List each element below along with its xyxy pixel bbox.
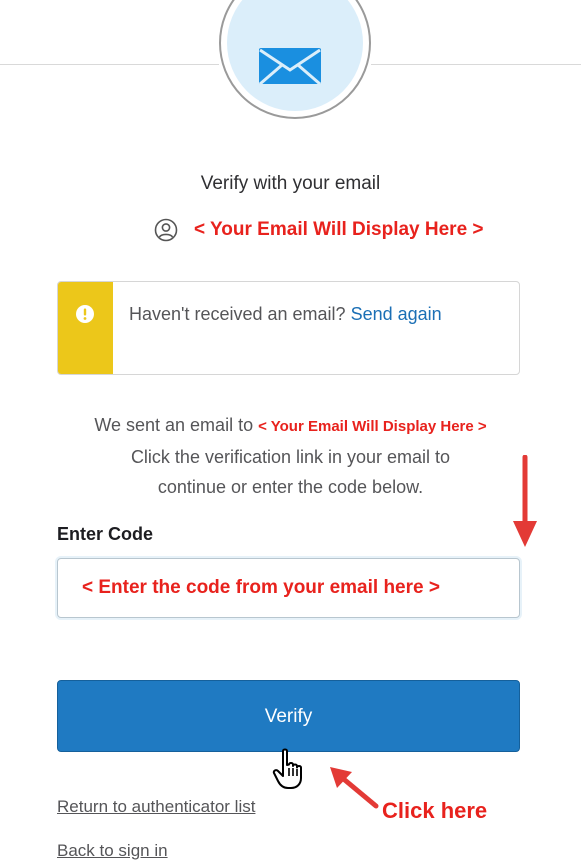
sent-message: We sent an email to < Your Email Will Di… — [0, 410, 581, 502]
code-input[interactable] — [57, 558, 520, 618]
resend-callout: Haven't received an email? Send again — [57, 281, 520, 375]
enter-code-label: Enter Code — [57, 524, 154, 544]
verify-button[interactable]: Verify — [57, 680, 520, 752]
callout-message: Haven't received an email? Send again — [113, 282, 458, 374]
sent-line-1: We sent an email to < Your Email Will Di… — [0, 410, 581, 442]
warning-icon — [76, 305, 94, 323]
arrow-down-annotation-icon — [513, 455, 537, 547]
envelope-icon — [259, 48, 321, 86]
send-again-link[interactable]: Send again — [351, 304, 442, 324]
sent-line-3: continue or enter the code below. — [157, 477, 424, 497]
callout-text: Haven't received an email? — [129, 304, 351, 324]
callout-accent-bar — [58, 282, 113, 374]
sent-line-2: Click the verification link in your emai… — [130, 447, 451, 467]
header-divider-right — [371, 64, 581, 65]
user-email-row: < Your Email Will Display Here > — [154, 216, 484, 244]
back-to-sign-in-link[interactable]: Back to sign in — [57, 841, 168, 861]
sent-email: < Your Email Will Display Here > — [258, 418, 487, 435]
arrow-diagonal-annotation-icon — [330, 767, 379, 809]
user-icon — [154, 218, 178, 242]
user-email: < Your Email Will Display Here > — [194, 219, 484, 240]
hand-cursor-icon — [272, 748, 302, 789]
return-authenticator-link[interactable]: Return to authenticator list — [57, 797, 255, 817]
click-here-annotation: Click here — [382, 798, 488, 823]
page-title: Verify with your email — [200, 173, 381, 194]
sent-prefix: We sent an email to — [94, 415, 254, 435]
header-divider-left — [0, 64, 219, 65]
